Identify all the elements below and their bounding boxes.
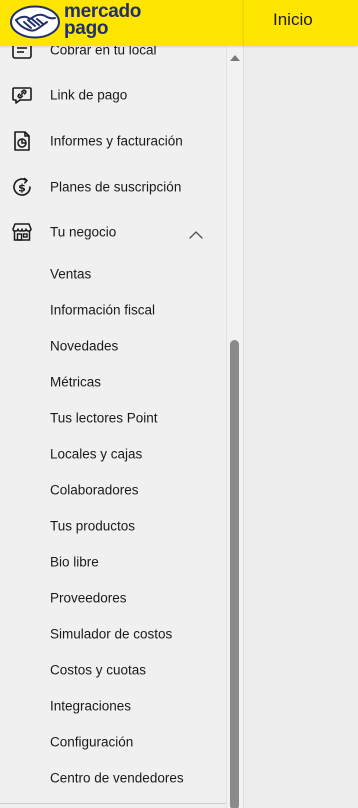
submenu-item-simulador-costos[interactable]: Simulador de costos xyxy=(0,616,226,652)
submenu-item-ventas[interactable]: Ventas xyxy=(0,256,226,292)
submenu-item-label: Integraciones xyxy=(50,698,132,714)
submenu-item-label: Configuración xyxy=(50,734,134,750)
submenu-item-lectores-point[interactable]: Tus lectores Point xyxy=(0,400,226,436)
submenu-item-label: Bio libre xyxy=(50,554,99,570)
submenu-item-centro-vendedores[interactable]: Centro de vendedores xyxy=(0,760,226,796)
brand-line-2: pago xyxy=(64,18,109,39)
top-bar: Inicio xyxy=(243,0,358,46)
main-content xyxy=(243,46,358,808)
submenu-item-configuracion[interactable]: Configuración xyxy=(0,724,226,760)
report-icon xyxy=(10,129,34,153)
submenu-item-informacion-fiscal[interactable]: Información fiscal xyxy=(0,292,226,328)
sidebar-item-informes[interactable]: Informes y facturación xyxy=(0,119,226,163)
sidebar-item-tu-negocio[interactable]: Tu negocio xyxy=(0,210,226,254)
sidebar-item-label: Informes y facturación xyxy=(50,133,183,149)
sidebar-item-planes[interactable]: $ Planes de suscripción xyxy=(0,165,226,209)
submenu-item-label: Ventas xyxy=(50,266,92,282)
submenu-item-colaboradores[interactable]: Colaboradores xyxy=(0,472,226,508)
submenu-item-novedades[interactable]: Novedades xyxy=(0,328,226,364)
sidebar-divider xyxy=(0,803,226,804)
svg-text:$: $ xyxy=(18,182,26,195)
submenu-item-label: Colaboradores xyxy=(50,482,139,498)
submenu-item-label: Novedades xyxy=(50,338,119,354)
page-title: Inicio xyxy=(273,10,313,29)
submenu-item-label: Proveedores xyxy=(50,590,127,606)
submenu-item-label: Información fiscal xyxy=(50,302,156,318)
sidebar: Cobrar en tu local Link de pago Informes… xyxy=(0,46,243,808)
sidebar-item-label: Cobrar en tu local xyxy=(50,46,157,58)
submenu-item-costos-cuotas[interactable]: Costos y cuotas xyxy=(0,652,226,688)
brand-wordmark[interactable]: mercado pago xyxy=(64,2,141,39)
sidebar-scrollbar[interactable] xyxy=(226,46,242,808)
sidebar-item-label: Planes de suscripción xyxy=(50,179,182,195)
submenu-item-label: Centro de vendedores xyxy=(50,770,184,786)
submenu-item-tus-productos[interactable]: Tus productos xyxy=(0,508,226,544)
chevron-up-icon[interactable] xyxy=(189,227,203,239)
submenu-item-label: Costos y cuotas xyxy=(50,662,147,678)
submenu-item-locales-cajas[interactable]: Locales y cajas xyxy=(0,436,226,472)
submenu-item-metricas[interactable]: Métricas xyxy=(0,364,226,400)
sidebar-item-label: Tu negocio xyxy=(50,224,117,240)
storefront-icon xyxy=(10,220,34,244)
submenu-item-integraciones[interactable]: Integraciones xyxy=(0,688,226,724)
submenu-item-label: Tus productos xyxy=(50,518,136,534)
link-icon xyxy=(10,83,34,107)
submenu-item-bio-libre[interactable]: Bio libre xyxy=(0,544,226,580)
submenu-item-label: Locales y cajas xyxy=(50,446,143,462)
sidebar-item-label: Link de pago xyxy=(50,87,128,103)
scroll-up-arrow-icon[interactable] xyxy=(230,55,240,61)
submenu-item-label: Simulador de costos xyxy=(50,626,173,642)
submenu-item-label: Tus lectores Point xyxy=(50,410,158,426)
sidebar-item-link-de-pago[interactable]: Link de pago xyxy=(0,73,226,117)
logo-bar: mercado pago xyxy=(0,0,243,46)
subscription-icon: $ xyxy=(10,175,34,199)
store-receipt-icon xyxy=(10,46,34,62)
scrollbar-thumb[interactable] xyxy=(230,340,239,808)
sidebar-item-cobrar[interactable]: Cobrar en tu local xyxy=(0,46,226,72)
submenu-item-label: Métricas xyxy=(50,374,102,390)
handshake-logo-icon[interactable] xyxy=(10,5,60,39)
submenu-item-proveedores[interactable]: Proveedores xyxy=(0,580,226,616)
